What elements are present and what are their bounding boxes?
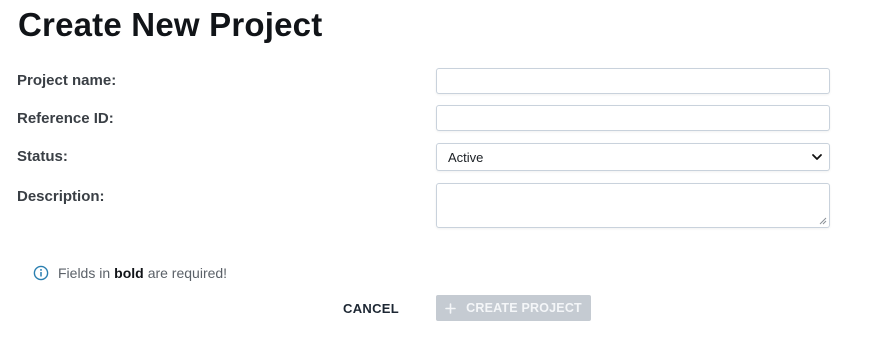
note-prefix: Fields in [58, 265, 111, 281]
note-bold-word: bold [114, 265, 144, 281]
reference-id-label: Reference ID: [17, 110, 114, 127]
description-textarea[interactable] [436, 183, 830, 228]
create-project-button[interactable]: CREATE PROJECT [436, 295, 591, 321]
description-label: Description: [17, 188, 105, 205]
resize-grip-icon[interactable] [819, 217, 827, 225]
project-name-label: Project name: [17, 72, 117, 89]
create-project-label: CREATE PROJECT [466, 301, 582, 315]
project-name-input[interactable] [436, 68, 830, 94]
note-suffix: are required! [147, 265, 228, 281]
chevron-down-icon [812, 154, 822, 160]
status-select[interactable]: Active [436, 143, 830, 171]
info-icon [33, 265, 49, 281]
page-title: Create New Project [18, 6, 323, 43]
status-label: Status: [17, 148, 68, 165]
plus-icon [445, 302, 456, 314]
reference-id-input[interactable] [436, 105, 830, 131]
required-fields-note: Fields in bold are required! [33, 265, 227, 281]
status-selected-value: Active [448, 149, 484, 165]
cancel-button[interactable]: CANCEL [331, 295, 411, 321]
